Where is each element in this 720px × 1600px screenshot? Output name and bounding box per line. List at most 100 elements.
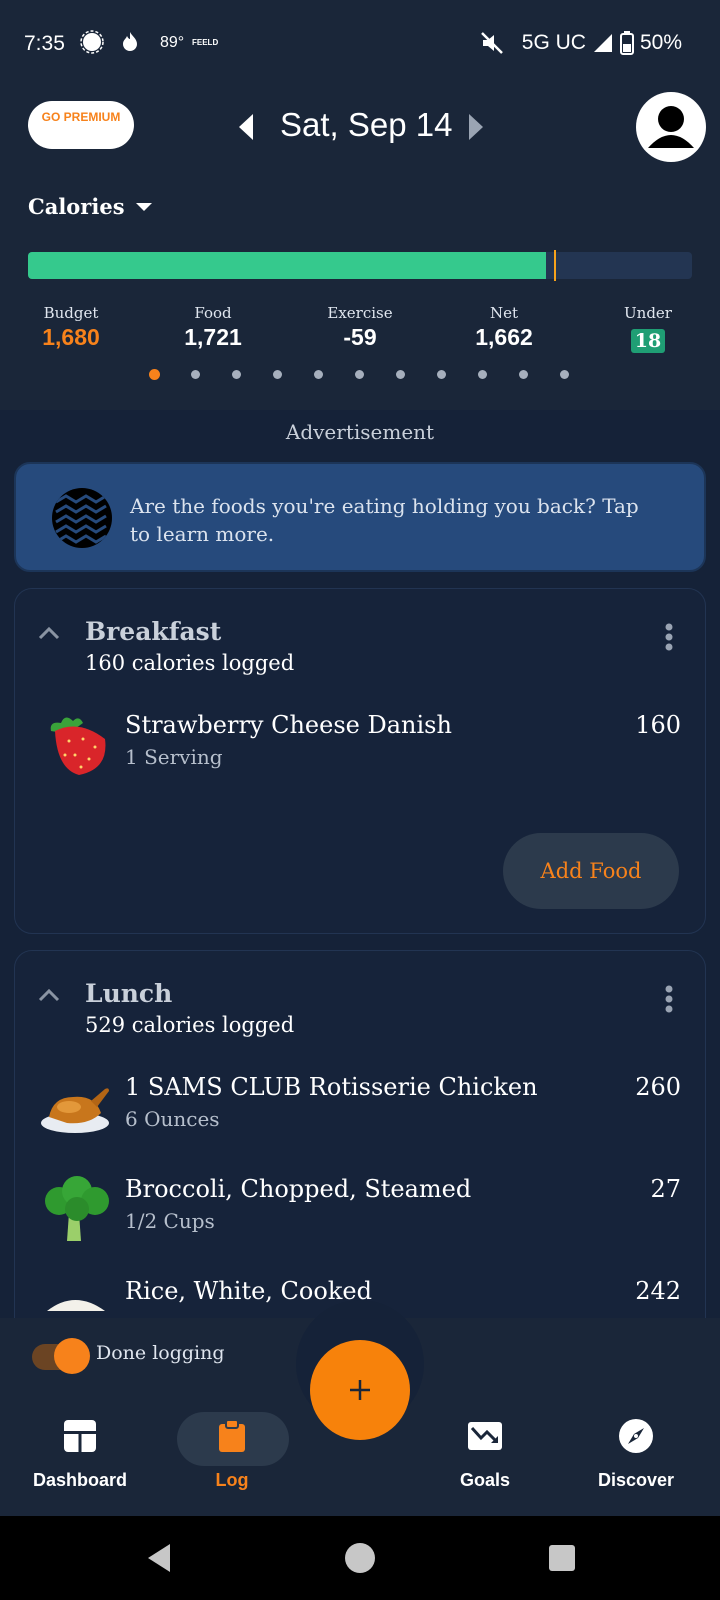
user-silhouette-icon [648, 106, 694, 148]
page-dot[interactable] [355, 370, 364, 379]
page-dot[interactable] [396, 370, 405, 379]
food-serving: 6 Ounces [125, 1107, 220, 1131]
weather-temp: 89° [160, 34, 185, 51]
food-serving: 1/2 Cups [125, 1209, 215, 1233]
stat-food: Food 1,721 [148, 304, 278, 351]
stat-label: Exercise [327, 304, 393, 322]
stat-value: 1,662 [475, 324, 533, 350]
page-dot[interactable] [149, 369, 160, 380]
meal-calories-logged: 529 calories logged [85, 1013, 295, 1037]
page-dot[interactable] [273, 370, 282, 379]
collapse-chevron-icon[interactable] [37, 625, 61, 641]
stat-value: -59 [343, 324, 377, 350]
chevron-down-icon [135, 202, 152, 211]
food-calories: 27 [650, 1175, 681, 1203]
page-dot[interactable] [437, 370, 446, 379]
meal-card-breakfast: Breakfast 160 calories logged Strawberry… [14, 588, 706, 934]
stat-value: 1,721 [184, 324, 242, 350]
goals-chart-icon [468, 1422, 502, 1450]
compass-icon [619, 1419, 653, 1453]
more-options-icon[interactable] [665, 623, 673, 651]
nav-label: Goals [459, 1470, 511, 1490]
stat-value: 1,680 [42, 324, 100, 350]
done-logging-label: Done logging [96, 1342, 225, 1364]
previous-day-arrow-icon[interactable] [236, 112, 256, 142]
plus-icon [350, 1380, 370, 1400]
recents-icon[interactable] [548, 1544, 576, 1572]
food-name: 1 SAMS CLUB Rotisserie Chicken [125, 1073, 538, 1101]
current-date[interactable]: Sat, Sep 14 [280, 106, 452, 144]
chicken-icon [41, 1088, 109, 1133]
nav-label: Dashboard [32, 1470, 128, 1490]
stat-label: Budget [43, 304, 99, 322]
toggle-knob[interactable] [54, 1338, 90, 1374]
page-dot[interactable] [519, 370, 528, 379]
page-dot[interactable] [314, 370, 323, 379]
calories-title: Calories [28, 194, 125, 219]
food-serving: 1 Serving [125, 745, 223, 769]
page-dot[interactable] [191, 370, 200, 379]
advertisement-banner[interactable]: Are the foods you're eating holding you … [14, 462, 706, 572]
nav-discover[interactable]: Discover [556, 1390, 716, 1516]
zigzag-logo-icon [55, 494, 107, 544]
food-name: Strawberry Cheese Danish [125, 711, 452, 739]
stat-label: Net [489, 304, 519, 322]
ad-text: Are the foods you're eating holding you … [130, 494, 639, 546]
under-badge: 18 [630, 329, 666, 353]
profile-avatar[interactable] [636, 92, 706, 162]
nav-goals[interactable]: Goals [405, 1390, 565, 1516]
budget-marker [554, 250, 556, 281]
food-calories: 260 [635, 1073, 681, 1101]
meal-name: Breakfast [85, 617, 222, 646]
home-icon[interactable] [344, 1542, 376, 1574]
nav-label: Log [215, 1470, 249, 1490]
food-name: Rice, White, Cooked [125, 1277, 372, 1305]
page-dot[interactable] [560, 370, 569, 379]
dashboard-icon [64, 1420, 96, 1452]
system-navigation-bar [0, 1516, 720, 1600]
ad-brand-logo [52, 488, 112, 548]
quick-add-button[interactable] [310, 1340, 410, 1440]
calories-dropdown[interactable]: Calories [28, 194, 153, 219]
status-time: 7:35 [24, 32, 65, 55]
calorie-progress-fill [28, 252, 546, 279]
calories-summary-card[interactable]: Calories Budget 1,680 Food 1,721 Exercis… [0, 174, 720, 410]
nav-dashboard[interactable]: Dashboard [0, 1390, 160, 1516]
network-type: 5G UC [521, 31, 586, 54]
page-dot[interactable] [478, 370, 487, 379]
food-row[interactable]: Strawberry Cheese Danish 1 Serving 160 [15, 699, 707, 789]
app-tag: FEELD [192, 38, 219, 47]
next-day-arrow-icon[interactable] [466, 112, 486, 142]
add-food-button[interactable]: Add Food [503, 833, 679, 909]
nav-label: Discover [597, 1470, 675, 1490]
stat-label: Under [624, 304, 672, 322]
cell-signal-icon [593, 34, 612, 52]
strawberry-icon [50, 717, 106, 775]
food-row[interactable]: 1 SAMS CLUB Rotisserie Chicken 6 Ounces … [15, 1061, 707, 1151]
more-options-icon[interactable] [665, 985, 673, 1013]
stat-net: Net 1,662 [439, 304, 569, 351]
food-calories: 242 [635, 1277, 681, 1305]
stat-exercise: Exercise -59 [295, 304, 425, 351]
food-name: Broccoli, Chopped, Steamed [125, 1175, 472, 1203]
food-calories: 160 [635, 711, 681, 739]
advertisement-label: Advertisement [285, 420, 435, 444]
stat-under: Under 18 [583, 304, 713, 353]
battery-icon [619, 31, 634, 55]
collapse-chevron-icon[interactable] [37, 987, 61, 1003]
date-header: GO PREMIUM Sat, Sep 14 [0, 88, 720, 174]
meal-name: Lunch [85, 979, 173, 1008]
tinder-flame-icon [123, 32, 137, 51]
go-premium-button[interactable]: GO PREMIUM [28, 101, 134, 149]
battery-percent: 50% [639, 31, 682, 54]
page-dot[interactable] [232, 370, 241, 379]
meal-calories-logged: 160 calories logged [85, 651, 295, 675]
broccoli-icon [45, 1176, 109, 1241]
stat-budget: Budget 1,680 [6, 304, 136, 351]
clipboard-icon [219, 1419, 245, 1452]
food-row[interactable]: Broccoli, Chopped, Steamed 1/2 Cups 27 [15, 1163, 707, 1253]
nav-log[interactable]: Log [152, 1390, 312, 1516]
mute-icon [480, 32, 503, 54]
back-icon[interactable] [144, 1542, 174, 1574]
calorie-progress-bar [28, 252, 692, 279]
